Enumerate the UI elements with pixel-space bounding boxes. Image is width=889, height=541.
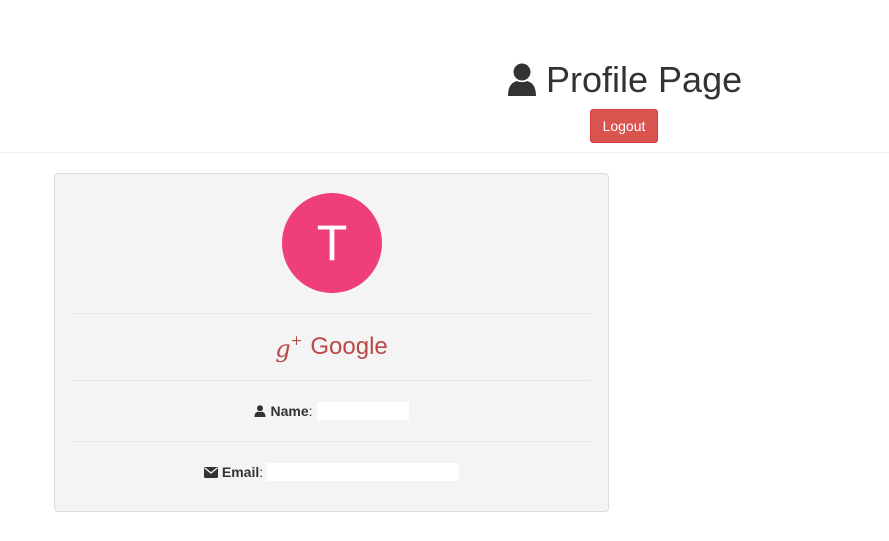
name-label: Name [270,403,309,419]
page-title-text: Profile Page [546,59,743,100]
page-header: Profile Page Logout [0,0,889,153]
avatar: T [282,193,382,293]
divider [73,380,590,381]
email-separator: : [259,464,264,480]
user-icon [508,63,536,96]
divider [73,441,590,442]
email-row: Email: [55,462,608,482]
login-provider: g+ Google [55,329,608,364]
logout-button[interactable]: Logout [590,109,658,143]
provider-label: Google [310,332,388,360]
name-value [316,402,409,420]
divider [73,313,590,314]
name-separator: : [308,403,313,419]
user-icon [254,405,266,417]
envelope-icon [203,466,218,478]
email-label: Email [221,464,260,480]
name-row: Name: [55,401,608,421]
google-plus-icon: g+ [275,333,303,363]
email-value [267,463,460,481]
profile-card: T g+ Google Name: Email: [54,173,609,512]
page-title: Profile Page [507,58,742,102]
